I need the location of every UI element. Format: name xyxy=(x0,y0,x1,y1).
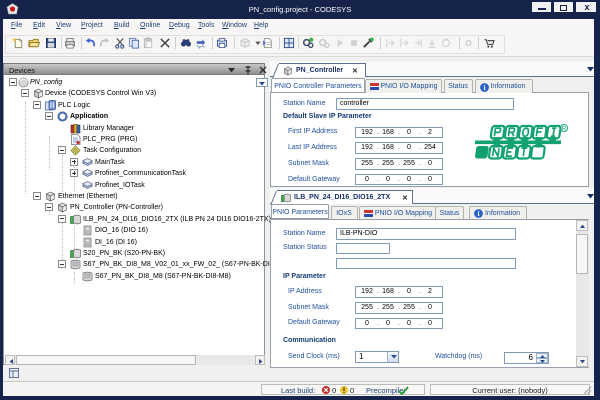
svg-text:i: i xyxy=(483,83,485,92)
svg-text:i: i xyxy=(477,209,479,218)
svg-text:R: R xyxy=(562,126,567,133)
